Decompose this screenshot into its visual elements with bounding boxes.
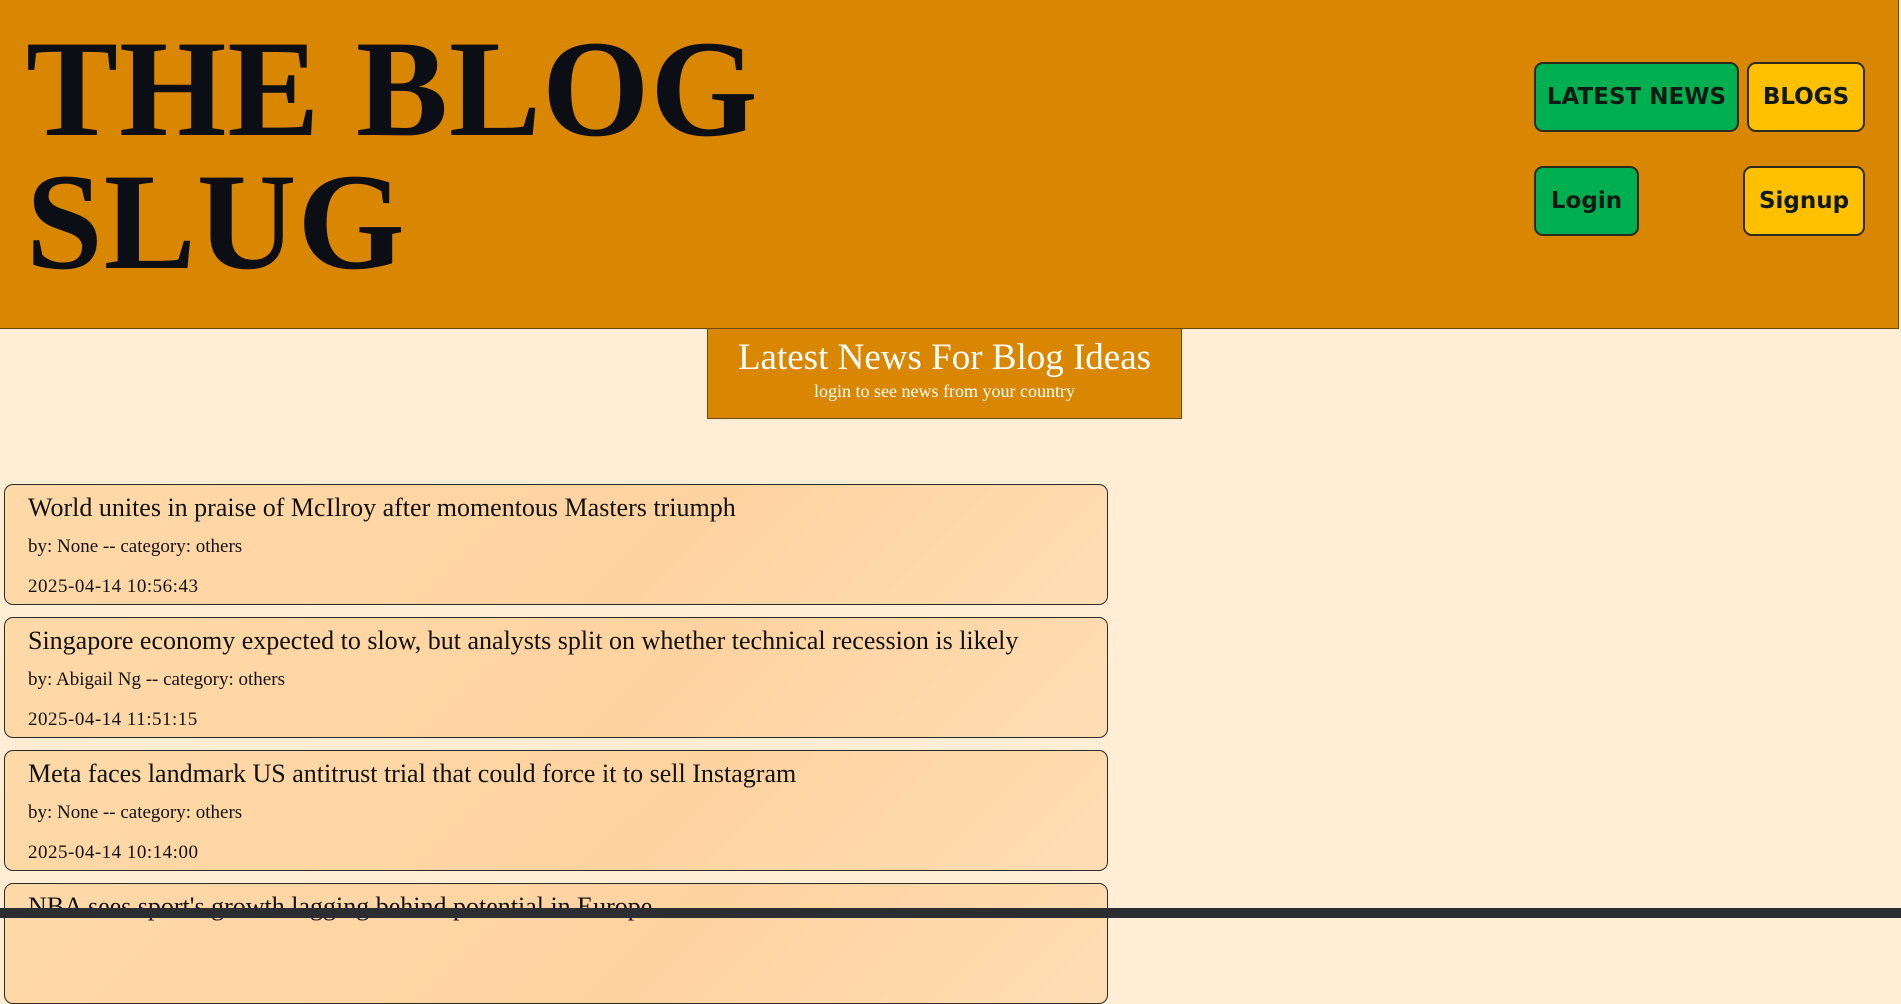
news-date: 2025-04-14 10:14:00 (28, 842, 199, 863)
news-meta: by: Abigail Ng -- category: others (28, 669, 285, 690)
news-card[interactable]: Meta faces landmark US antitrust trial t… (4, 750, 1108, 871)
news-card[interactable]: Singapore economy expected to slow, but … (4, 617, 1108, 738)
news-title[interactable]: Singapore economy expected to slow, but … (28, 624, 1018, 658)
news-meta: by: None -- category: others (28, 802, 243, 823)
latest-news-button[interactable]: LATEST NEWS (1534, 62, 1739, 132)
banner-subtitle: login to see news from your country (814, 381, 1075, 401)
site-title: THE BLOG SLUG (26, 20, 759, 291)
site-title-line2: SLUG (26, 145, 406, 298)
news-card[interactable]: World unites in praise of McIlroy after … (4, 484, 1108, 605)
login-button[interactable]: Login (1534, 166, 1639, 236)
taskbar (0, 908, 1901, 918)
site-title-line1: THE BLOG (26, 12, 759, 165)
news-meta: by: None -- category: others (28, 536, 243, 557)
news-date: 2025-04-14 11:51:15 (28, 709, 198, 730)
news-card[interactable]: NBA sees sport's growth lagging behind p… (4, 883, 1108, 1004)
site-header: THE BLOG SLUG LATEST NEWS BLOGS Login Sig… (0, 0, 1899, 329)
signup-button[interactable]: Signup (1743, 166, 1865, 236)
news-title[interactable]: NBA sees sport's growth lagging behind p… (28, 890, 652, 924)
news-title[interactable]: Meta faces landmark US antitrust trial t… (28, 757, 796, 791)
news-title[interactable]: World unites in praise of McIlroy after … (28, 491, 736, 525)
blogs-button[interactable]: BLOGS (1747, 62, 1865, 132)
news-banner: Latest News For Blog Ideas login to see … (707, 329, 1182, 419)
banner-title: Latest News For Blog Ideas (737, 337, 1152, 378)
news-date: 2025-04-14 10:56:43 (28, 576, 199, 597)
